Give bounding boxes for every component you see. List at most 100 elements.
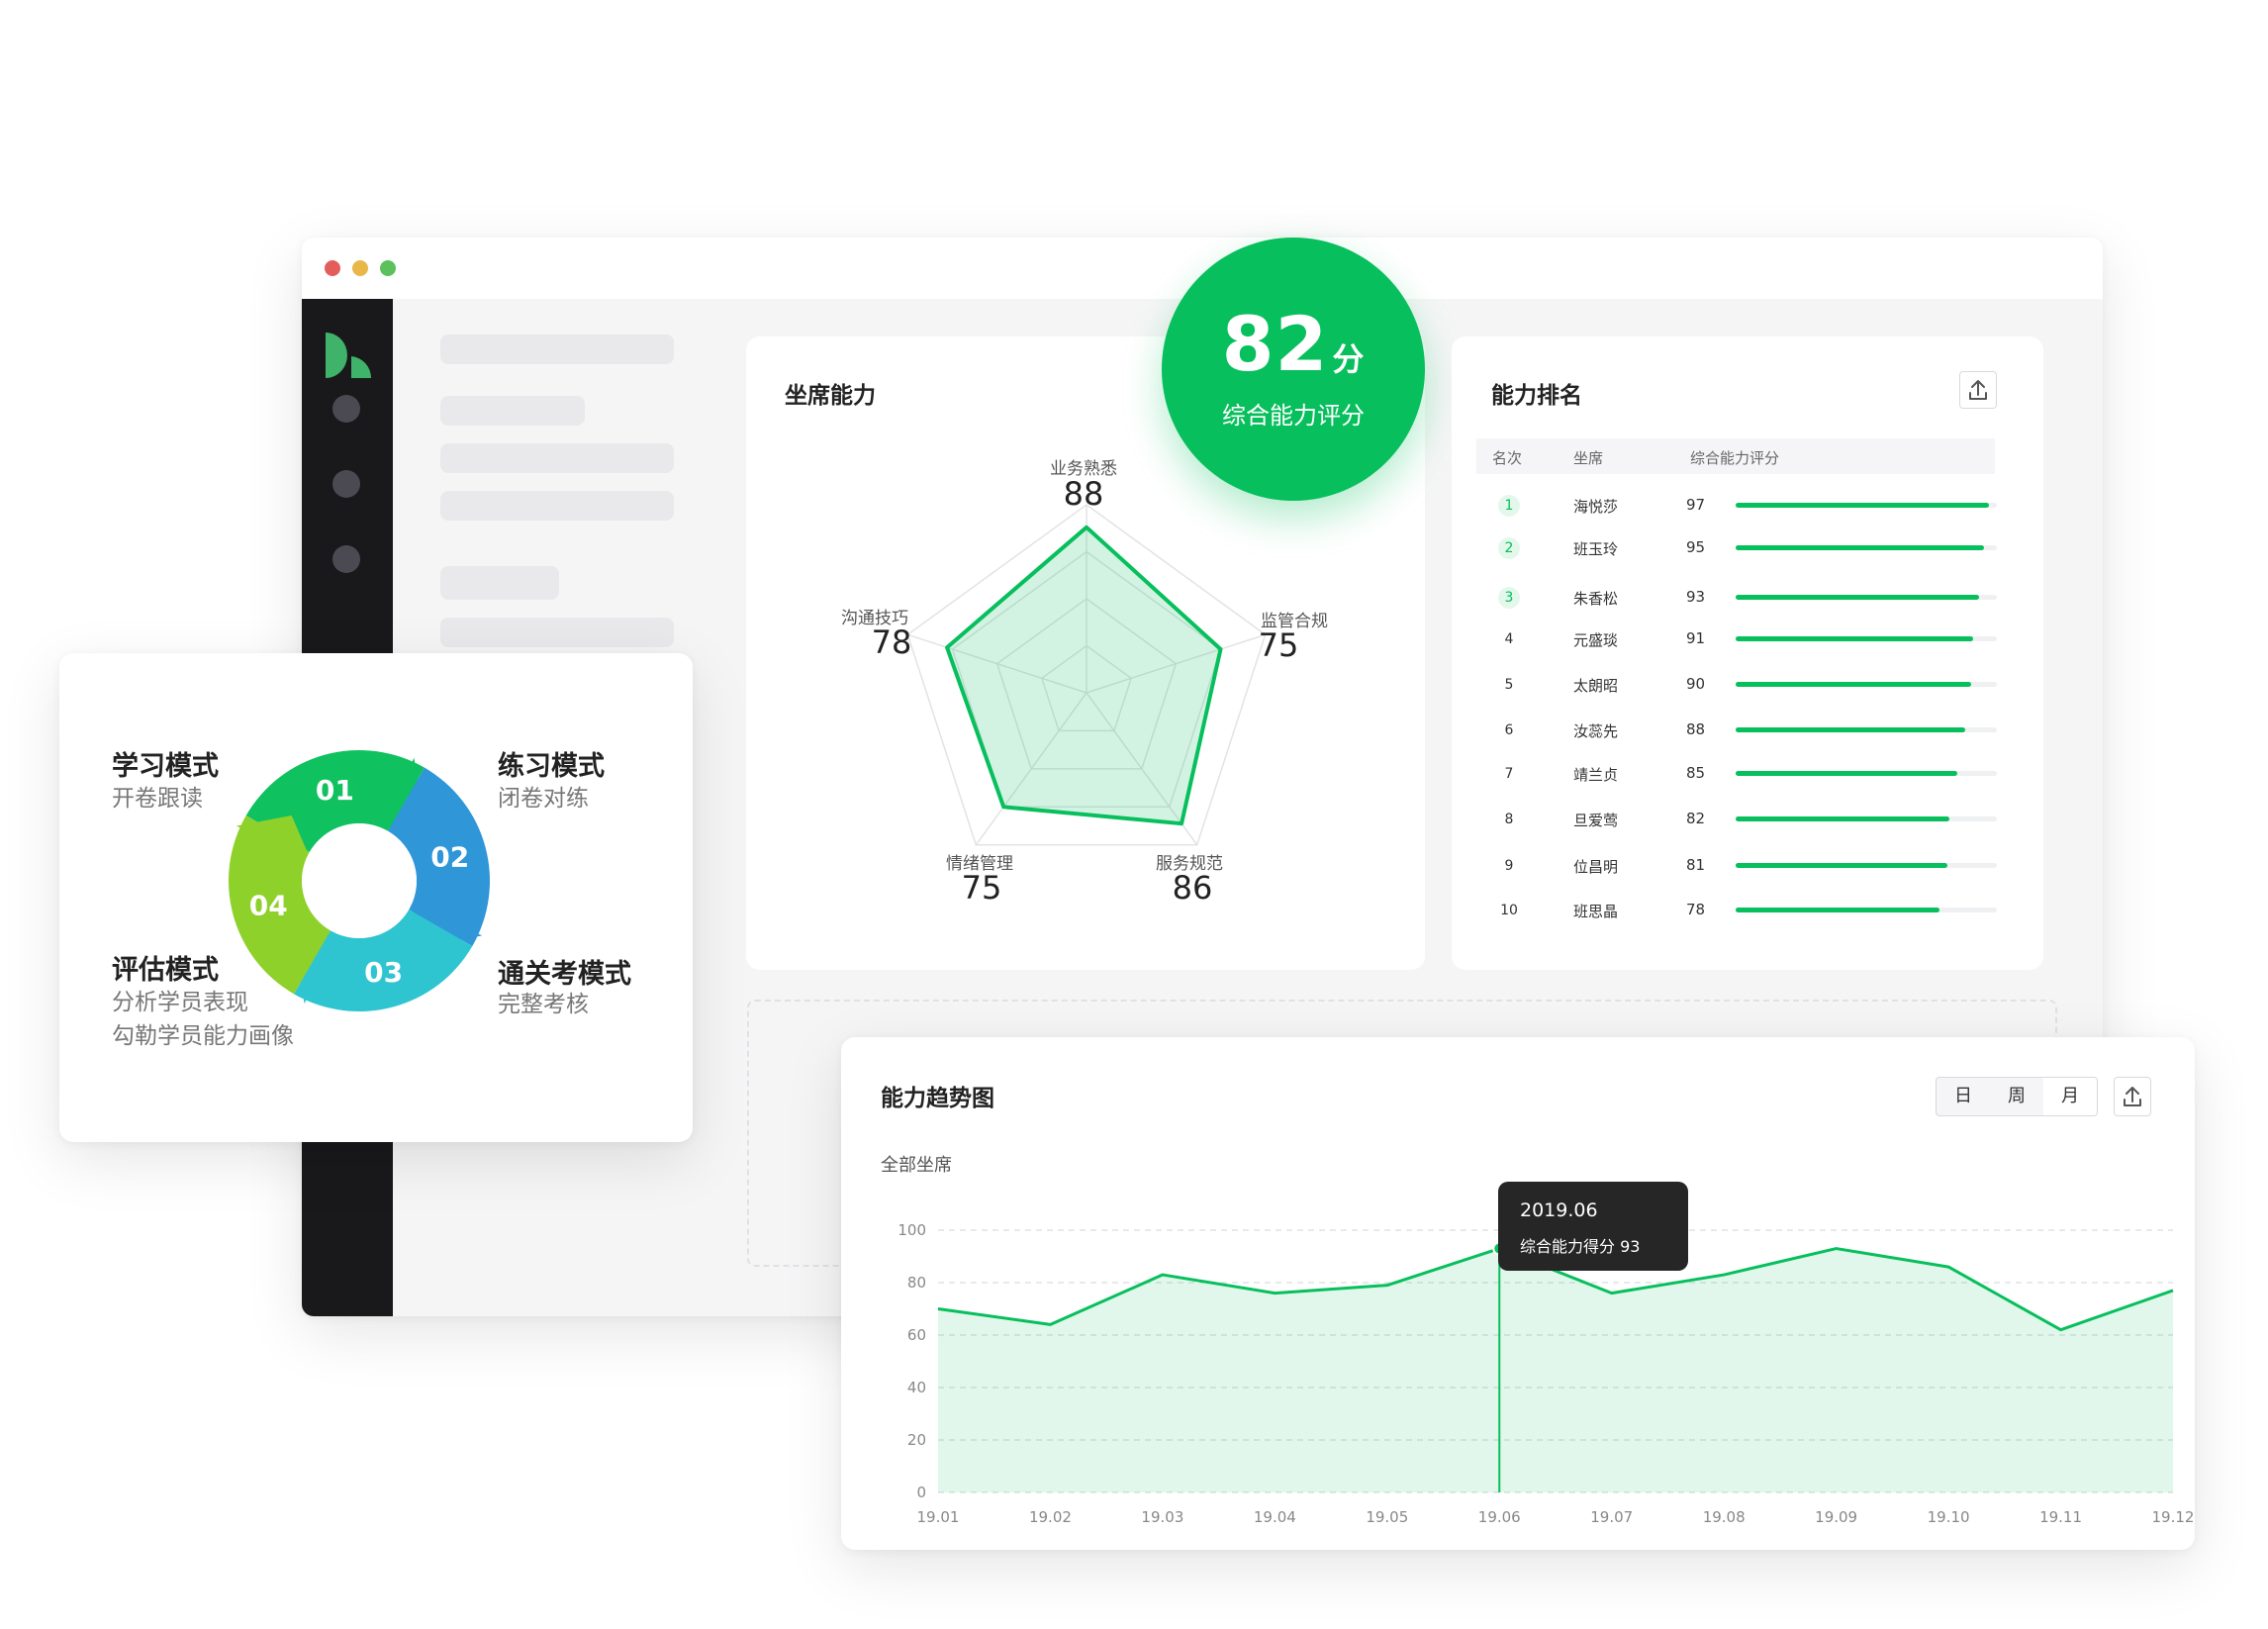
ranking-agent-name: 旦爱莺: [1573, 812, 1619, 829]
x-tick-label: 19.04: [1254, 1508, 1296, 1526]
y-tick-label: 100: [898, 1221, 926, 1239]
ranking-score-bar: [1736, 908, 1997, 912]
ranking-header-rank: 名次: [1492, 449, 1523, 467]
x-tick-label: 19.09: [1815, 1508, 1857, 1526]
ranking-rank: 6: [1504, 722, 1514, 738]
upload-icon: [1969, 380, 1987, 400]
ranking-score-bar: [1736, 682, 1997, 687]
ranking-row[interactable]: 6 汝蕊先 88: [1476, 716, 2001, 745]
radar-axis-value: 78: [871, 623, 912, 661]
ranking-score: 85: [1686, 764, 1706, 782]
ranking-score-bar-fill: [1736, 816, 1950, 821]
tooltip-value: 综合能力得分 93: [1520, 1233, 1640, 1257]
radar-axis-value: 75: [961, 869, 1002, 907]
ranking-agent-name: 太朗昭: [1573, 677, 1619, 695]
mode-subtitle: 分析学员表现: [112, 990, 248, 1015]
donut-segment-number: 01: [316, 774, 354, 807]
ranking-row[interactable]: 9 位昌明 81: [1476, 851, 2001, 881]
x-tick-label: 19.12: [2152, 1508, 2195, 1526]
ranking-score-bar: [1736, 771, 1997, 776]
nav-item-3[interactable]: [332, 545, 360, 573]
y-tick-label: 60: [907, 1326, 926, 1344]
close-window-dot[interactable]: [325, 260, 340, 276]
minimize-window-dot[interactable]: [352, 260, 368, 276]
ranking-score-bar-fill: [1736, 863, 1947, 868]
ranking-agent-name: 朱香松: [1573, 590, 1619, 608]
ranking-row[interactable]: 10 班思晶 78: [1476, 896, 2001, 925]
ranking-header-score: 综合能力评分: [1690, 449, 1780, 467]
skeleton-bar: [440, 618, 674, 647]
ranking-score-bar-fill: [1736, 771, 1958, 776]
ranking-card-title: 能力排名: [1491, 383, 1582, 409]
ranking-agent-name: 元盛琰: [1573, 631, 1619, 649]
overall-score-badge: 82 分 综合能力评分: [1162, 238, 1425, 501]
y-tick-label: 40: [907, 1379, 926, 1396]
ranking-score: 81: [1686, 856, 1706, 874]
ranking-score-bar-fill: [1736, 727, 1966, 732]
ranking-rank: 10: [1500, 903, 1518, 918]
ranking-row[interactable]: 8 旦爱莺 82: [1476, 805, 2001, 834]
ranking-score-bar-fill: [1736, 595, 1979, 600]
ranking-score-bar: [1736, 503, 1997, 508]
ranking-row[interactable]: 2 班玉玲 95: [1476, 533, 2001, 563]
mode-subtitle: 闭卷对练: [498, 786, 589, 812]
ranking-table-header: 名次 坐席 综合能力评分: [1476, 438, 1995, 474]
nav-item-1[interactable]: [332, 395, 360, 423]
x-tick-label: 19.07: [1590, 1508, 1633, 1526]
ranking-header-agent: 坐席: [1573, 449, 1604, 467]
x-tick-label: 19.03: [1141, 1508, 1183, 1526]
ranking-agent-name: 位昌明: [1573, 858, 1619, 876]
tooltip-date: 2019.06: [1520, 1199, 1598, 1221]
ranking-row[interactable]: 4 元盛琰 91: [1476, 624, 2001, 654]
maximize-window-dot[interactable]: [380, 260, 396, 276]
mode-subtitle: 完整考核: [498, 992, 589, 1017]
x-tick-label: 19.08: [1703, 1508, 1746, 1526]
modes-donut: 01 02 03 04: [229, 750, 490, 1011]
trend-area: [938, 1248, 2173, 1492]
ranking-score: 90: [1686, 675, 1706, 693]
skeleton-bar: [440, 491, 674, 521]
ranking-score-bar: [1736, 545, 1997, 550]
y-tick-label: 20: [907, 1431, 926, 1449]
ranking-row[interactable]: 1 海悦莎 97: [1476, 491, 2001, 521]
ranking-rank: 9: [1504, 858, 1514, 874]
ranking-score-bar-fill: [1736, 503, 1990, 508]
ranking-score-bar: [1736, 816, 1997, 821]
mode-title: 练习模式: [498, 751, 605, 782]
ranking-row[interactable]: 7 靖兰贞 85: [1476, 759, 2001, 789]
radar-axis-value: 88: [1063, 475, 1104, 513]
tooltip-label: 综合能力得分: [1520, 1237, 1616, 1256]
tooltip-number: 93: [1620, 1237, 1641, 1256]
ranking-rank: 5: [1504, 677, 1514, 693]
ranking-row[interactable]: 5 太朗昭 90: [1476, 670, 2001, 700]
ranking-score: 95: [1686, 538, 1706, 556]
ranking-agent-name: 汝蕊先: [1573, 722, 1619, 740]
mode-title: 学习模式: [112, 751, 219, 782]
nav-item-2[interactable]: [332, 470, 360, 498]
donut-segment-number: 02: [430, 840, 469, 873]
radar-axis-value: 75: [1258, 626, 1299, 664]
skeleton-bar: [440, 443, 674, 473]
app-logo-icon: [326, 333, 372, 378]
ranking-agent-name: 靖兰贞: [1573, 766, 1619, 784]
overall-score-label: 综合能力评分: [1222, 402, 1365, 430]
ranking-rank: 7: [1504, 766, 1514, 782]
ranking-score: 78: [1686, 901, 1706, 918]
x-tick-label: 19.02: [1029, 1508, 1072, 1526]
overall-score-value: 82: [1221, 300, 1329, 388]
ranking-rank: 2: [1498, 537, 1520, 559]
x-tick-label: 19.10: [1928, 1508, 1970, 1526]
y-tick-label: 0: [916, 1484, 926, 1501]
ranking-score: 97: [1686, 496, 1706, 514]
donut-center: [302, 823, 417, 938]
radar-axis-value: 86: [1172, 869, 1213, 907]
skeleton-bar: [440, 396, 585, 426]
ranking-row[interactable]: 3 朱香松 93: [1476, 583, 2001, 613]
ranking-score-bar: [1736, 595, 1997, 600]
mode-title: 通关考模式: [498, 959, 631, 990]
ranking-export-button[interactable]: [1959, 371, 1997, 409]
mode-subtitle: 开卷跟读: [112, 786, 203, 812]
ranking-score-bar-fill: [1736, 545, 1984, 550]
ranking-rank: 1: [1498, 495, 1520, 517]
skeleton-bar: [440, 566, 559, 600]
